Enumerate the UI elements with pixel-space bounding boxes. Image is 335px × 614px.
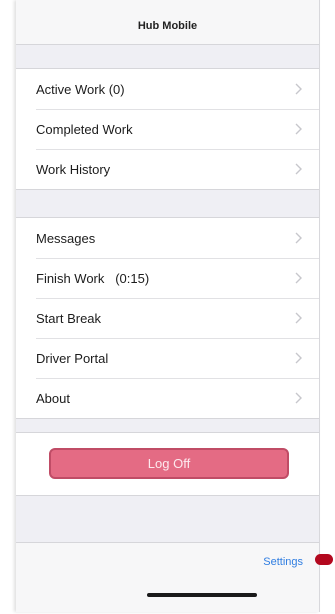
annotation-marker bbox=[315, 554, 333, 565]
chevron-right-icon bbox=[295, 312, 302, 324]
menu-item-active-work[interactable]: Active Work (0) bbox=[16, 69, 319, 109]
chevron-right-icon bbox=[295, 272, 302, 284]
menu-item-driver-portal[interactable]: Driver Portal bbox=[16, 338, 319, 378]
bottom-bar: Settings bbox=[16, 542, 319, 612]
chevron-right-icon bbox=[295, 352, 302, 364]
menu-item-label: Start Break bbox=[36, 310, 102, 326]
app-title: Hub Mobile bbox=[137, 20, 198, 32]
logoff-section: Log Off bbox=[16, 432, 319, 496]
menu-item-completed-work[interactable]: Completed Work bbox=[16, 109, 319, 149]
screen: Hub Mobile Active Work (0) Completed Wor… bbox=[0, 0, 335, 614]
menu-item-label: Completed Work bbox=[36, 121, 133, 137]
menu-item-label: Work History bbox=[36, 161, 111, 177]
actions-menu-group: Messages Finish Work (0:15) Start Break … bbox=[16, 217, 319, 419]
chevron-right-icon bbox=[295, 83, 302, 95]
menu-item-label: Active Work (0) bbox=[36, 81, 125, 97]
menu-item-start-break[interactable]: Start Break bbox=[16, 298, 319, 338]
phone-screen: Hub Mobile Active Work (0) Completed Wor… bbox=[16, 0, 320, 612]
chevron-right-icon bbox=[295, 232, 302, 244]
menu-item-about[interactable]: About bbox=[16, 378, 319, 418]
settings-link[interactable]: Settings bbox=[263, 556, 303, 568]
log-off-button[interactable]: Log Off bbox=[49, 448, 289, 479]
chevron-right-icon bbox=[295, 392, 302, 404]
menu-item-label: Driver Portal bbox=[36, 350, 109, 366]
menu-item-work-history[interactable]: Work History bbox=[16, 149, 319, 189]
menu-item-messages[interactable]: Messages bbox=[16, 218, 319, 258]
chevron-right-icon bbox=[295, 163, 302, 175]
menu-item-label: Messages bbox=[36, 230, 96, 246]
navigation-bar: Hub Mobile bbox=[16, 0, 319, 45]
menu-item-label: About bbox=[36, 390, 70, 406]
menu-item-label: Finish Work (0:15) bbox=[36, 270, 150, 286]
work-menu-group: Active Work (0) Completed Work Work Hist… bbox=[16, 68, 319, 190]
home-indicator[interactable] bbox=[147, 593, 257, 597]
menu-item-finish-work[interactable]: Finish Work (0:15) bbox=[16, 258, 319, 298]
chevron-right-icon bbox=[295, 123, 302, 135]
